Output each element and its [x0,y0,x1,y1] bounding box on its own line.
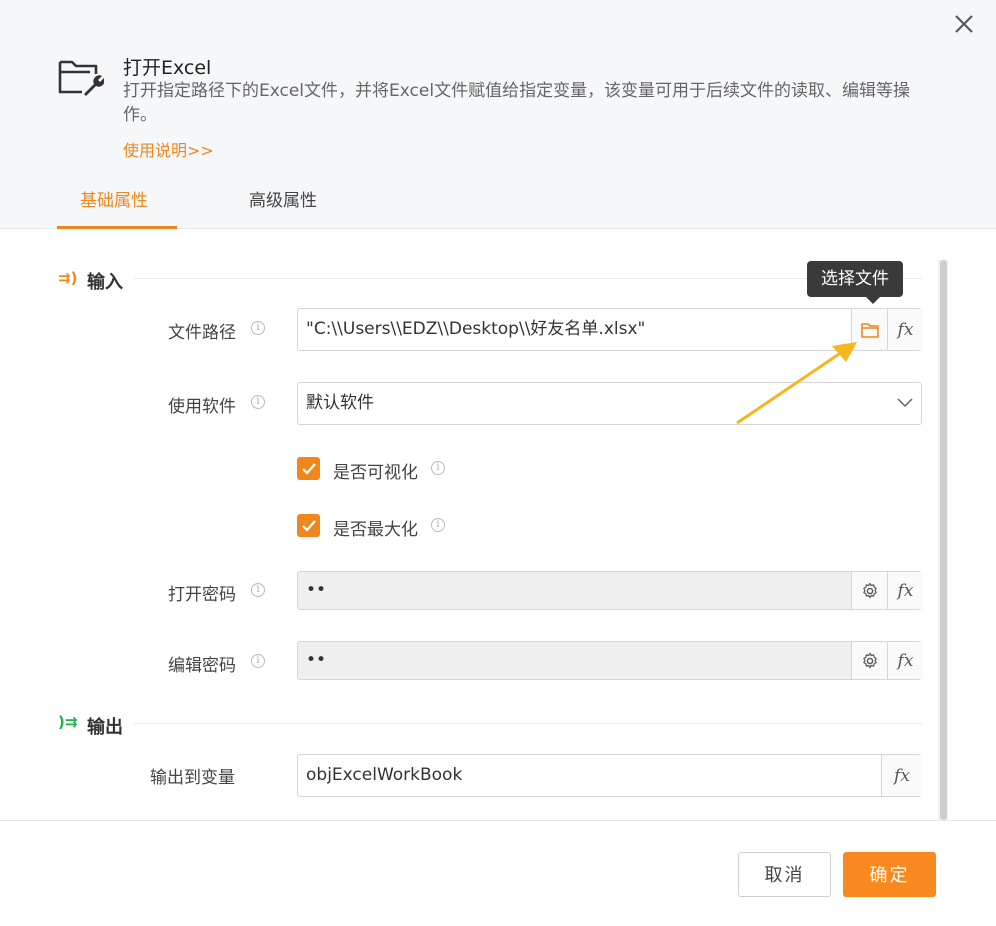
edit-password-settings-button[interactable] [851,642,887,679]
close-button[interactable] [950,10,978,38]
section-divider [134,278,922,279]
dialog-header: 打开Excel 打开指定路径下的Excel文件，并将Excel文件赋值给指定变量… [0,0,996,229]
fx-icon: fx [897,650,914,671]
file-path-input[interactable]: "C:\\Users\\EDZ\\Desktop\\好友名单.xlsx" fx [297,308,923,351]
output-var-label: 输出到变量 [150,768,235,788]
output-section-icon: )⇉ [58,713,78,731]
chevron-down-icon [897,398,913,408]
open-password-settings-button[interactable] [851,572,887,609]
dialog-description: 打开指定路径下的Excel文件，并将Excel文件赋值给指定变量，该变量可用于后… [123,81,911,125]
cancel-button[interactable]: 取消 [738,852,831,897]
select-file-tooltip: 选择文件 [807,261,903,297]
scrollbar-thumb[interactable] [940,260,947,820]
output-section-title: 输出 [87,717,123,738]
gear-icon [862,582,877,598]
input-section-title: 输入 [87,272,123,293]
tooltip-arrow [866,297,880,304]
usage-link[interactable]: 使用说明>> [123,137,214,161]
file-path-fx-button[interactable]: fx [887,309,923,350]
software-select[interactable]: 默认软件 [297,382,922,425]
info-icon: i [251,395,265,409]
edit-password-fx-button[interactable]: fx [887,642,923,679]
software-label: 使用软件 [168,397,236,417]
info-icon: i [431,518,445,532]
fx-icon: fx [897,580,914,601]
info-icon: i [251,654,265,668]
file-path-value: "C:\\Users\\EDZ\\Desktop\\好友名单.xlsx" [306,319,646,339]
dialog-title: 打开Excel [123,57,212,79]
info-icon: i [431,461,445,475]
dialog-footer: 取消 确定 [0,820,996,926]
check-icon [302,463,316,475]
output-var-value: objExcelWorkBook [306,765,463,785]
info-icon: i [251,583,265,597]
fx-icon: fx [897,319,914,340]
excel-folder-wrench-icon [58,60,104,96]
input-section-icon: ⇉) [58,269,78,287]
info-icon: i [251,321,265,335]
check-icon [302,520,316,532]
visible-label: 是否可视化 [333,463,418,483]
file-path-label: 文件路径 [168,323,236,343]
open-password-value: •• [306,580,327,600]
open-password-input[interactable]: •• fx [297,571,923,610]
visible-checkbox[interactable] [297,457,320,480]
close-icon [955,15,973,33]
open-password-label: 打开密码 [168,585,236,605]
maximize-checkbox[interactable] [297,514,320,537]
ok-button[interactable]: 确定 [843,852,936,897]
section-divider [134,723,922,724]
output-var-fx-button[interactable]: fx [881,755,922,796]
open-excel-dialog: 打开Excel 打开指定路径下的Excel文件，并将Excel文件赋值给指定变量… [0,0,996,926]
edit-password-input[interactable]: •• fx [297,641,923,680]
maximize-label: 是否最大化 [333,520,418,540]
tab-advanced-properties[interactable]: 高级属性 [249,186,317,211]
active-tab-indicator [57,226,177,229]
tab-basic-properties[interactable]: 基础属性 [80,186,148,211]
output-var-input[interactable]: objExcelWorkBook fx [297,754,922,797]
gear-icon [862,652,877,668]
fx-icon: fx [894,765,910,786]
folder-icon [860,322,879,338]
software-value: 默认软件 [306,393,374,413]
edit-password-label: 编辑密码 [168,656,236,676]
edit-password-value: •• [306,650,327,670]
select-file-button[interactable] [851,309,887,350]
open-password-fx-button[interactable]: fx [887,572,923,609]
